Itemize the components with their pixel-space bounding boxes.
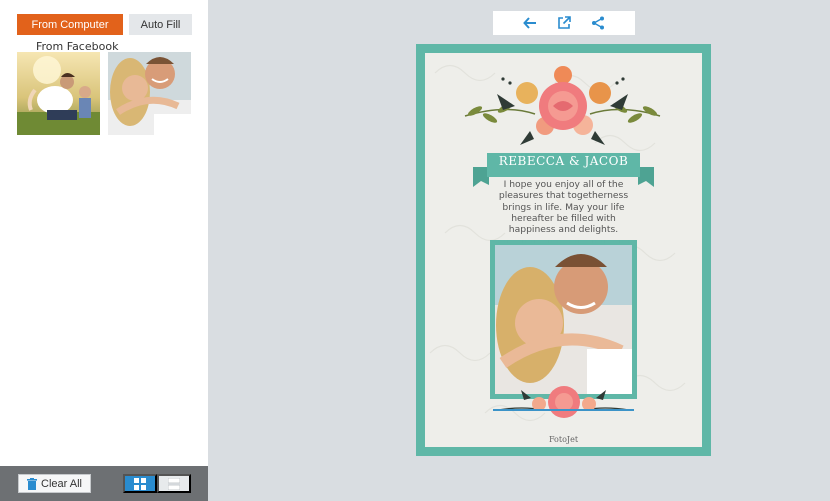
floral-bouquet-top: [464, 66, 661, 145]
grid-view-button[interactable]: [123, 474, 157, 493]
arrow-left-icon: [523, 17, 536, 29]
couple-piggyback-photo: [17, 52, 100, 135]
clear-all-label: Clear All: [41, 477, 82, 490]
card-message[interactable]: I hope you enjoy all of the pleasures th…: [495, 179, 632, 235]
back-button[interactable]: [522, 15, 538, 31]
floral-accent-bottom: [493, 386, 634, 418]
couple-names[interactable]: REBECCA & JACOB: [473, 154, 654, 168]
clear-all-button[interactable]: Clear All: [18, 474, 91, 493]
photo-thumbnail-2[interactable]: [108, 52, 191, 135]
fotojet-watermark: FotoJet: [548, 435, 579, 444]
photo-slot[interactable]: [490, 240, 637, 399]
photo-thumbnail-1[interactable]: [17, 52, 100, 135]
grid-icon: [134, 477, 146, 490]
external-open-icon: [558, 16, 571, 29]
list-icon: [168, 477, 180, 490]
couple-embrace-photo: [495, 245, 632, 394]
card-canvas[interactable]: REBECCA & JACOB I hope you enjoy all of …: [416, 44, 711, 456]
canvas-toolbar: [493, 11, 635, 35]
couple-embrace-photo: [108, 52, 191, 135]
main-photo: [495, 245, 632, 394]
from-computer-button[interactable]: From Computer: [17, 14, 123, 35]
share-icon: [592, 16, 604, 30]
list-view-button[interactable]: [157, 474, 191, 493]
share-button[interactable]: [590, 15, 606, 31]
trash-icon: [27, 477, 38, 490]
auto-fill-button[interactable]: Auto Fill: [129, 14, 192, 35]
card-background: REBECCA & JACOB I hope you enjoy all of …: [425, 53, 702, 447]
open-external-button[interactable]: [556, 15, 572, 31]
